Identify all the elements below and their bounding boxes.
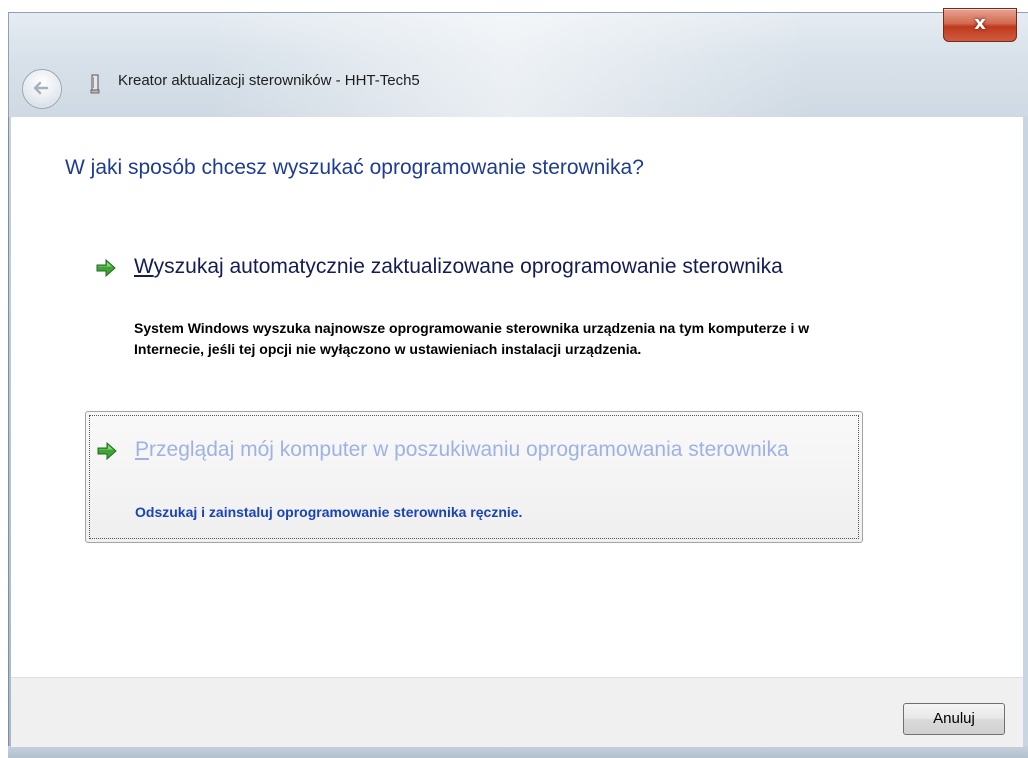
back-button[interactable] bbox=[22, 69, 62, 109]
window-frame-bottom bbox=[8, 746, 1028, 758]
green-arrow-icon bbox=[96, 258, 116, 278]
window-title: Kreator aktualizacji sterowników - HHT-T… bbox=[118, 72, 420, 89]
close-button[interactable]: x bbox=[943, 8, 1017, 42]
driver-update-wizard-window: x Kreator aktualizacji sterowników - HHT… bbox=[0, 0, 1028, 758]
green-arrow-icon bbox=[97, 441, 117, 461]
footer-bar bbox=[11, 677, 1023, 747]
device-icon bbox=[90, 74, 100, 94]
option-search-automatically[interactable]: Wyszukaj automatycznie zaktualizowane op… bbox=[85, 248, 861, 398]
back-arrow-icon bbox=[33, 81, 49, 95]
window-frame-right bbox=[1023, 117, 1028, 747]
option-browse-computer[interactable]: Przeglądaj mój komputer w poszukiwaniu o… bbox=[85, 411, 863, 543]
option-accesskey: W bbox=[134, 255, 154, 278]
option-title: Przeglądaj mój komputer w poszukiwaniu o… bbox=[135, 435, 835, 465]
option-description: Odszukaj i zainstaluj oprogramowanie ste… bbox=[135, 504, 523, 520]
option-title: Wyszukaj automatycznie zaktualizowane op… bbox=[134, 252, 834, 282]
option-description: System Windows wyszuka najnowsze oprogra… bbox=[134, 320, 810, 357]
option-title-text: yszukaj automatycznie zaktualizowane opr… bbox=[153, 255, 783, 278]
option-title-text: rzeglądaj mój komputer w poszukiwaniu op… bbox=[149, 438, 789, 461]
title-bar bbox=[8, 12, 1028, 118]
page-heading: W jaki sposób chcesz wyszukać oprogramow… bbox=[65, 156, 644, 179]
cancel-button[interactable]: Anuluj bbox=[903, 703, 1005, 735]
close-icon: x bbox=[974, 13, 986, 34]
option-accesskey: P bbox=[135, 438, 150, 461]
